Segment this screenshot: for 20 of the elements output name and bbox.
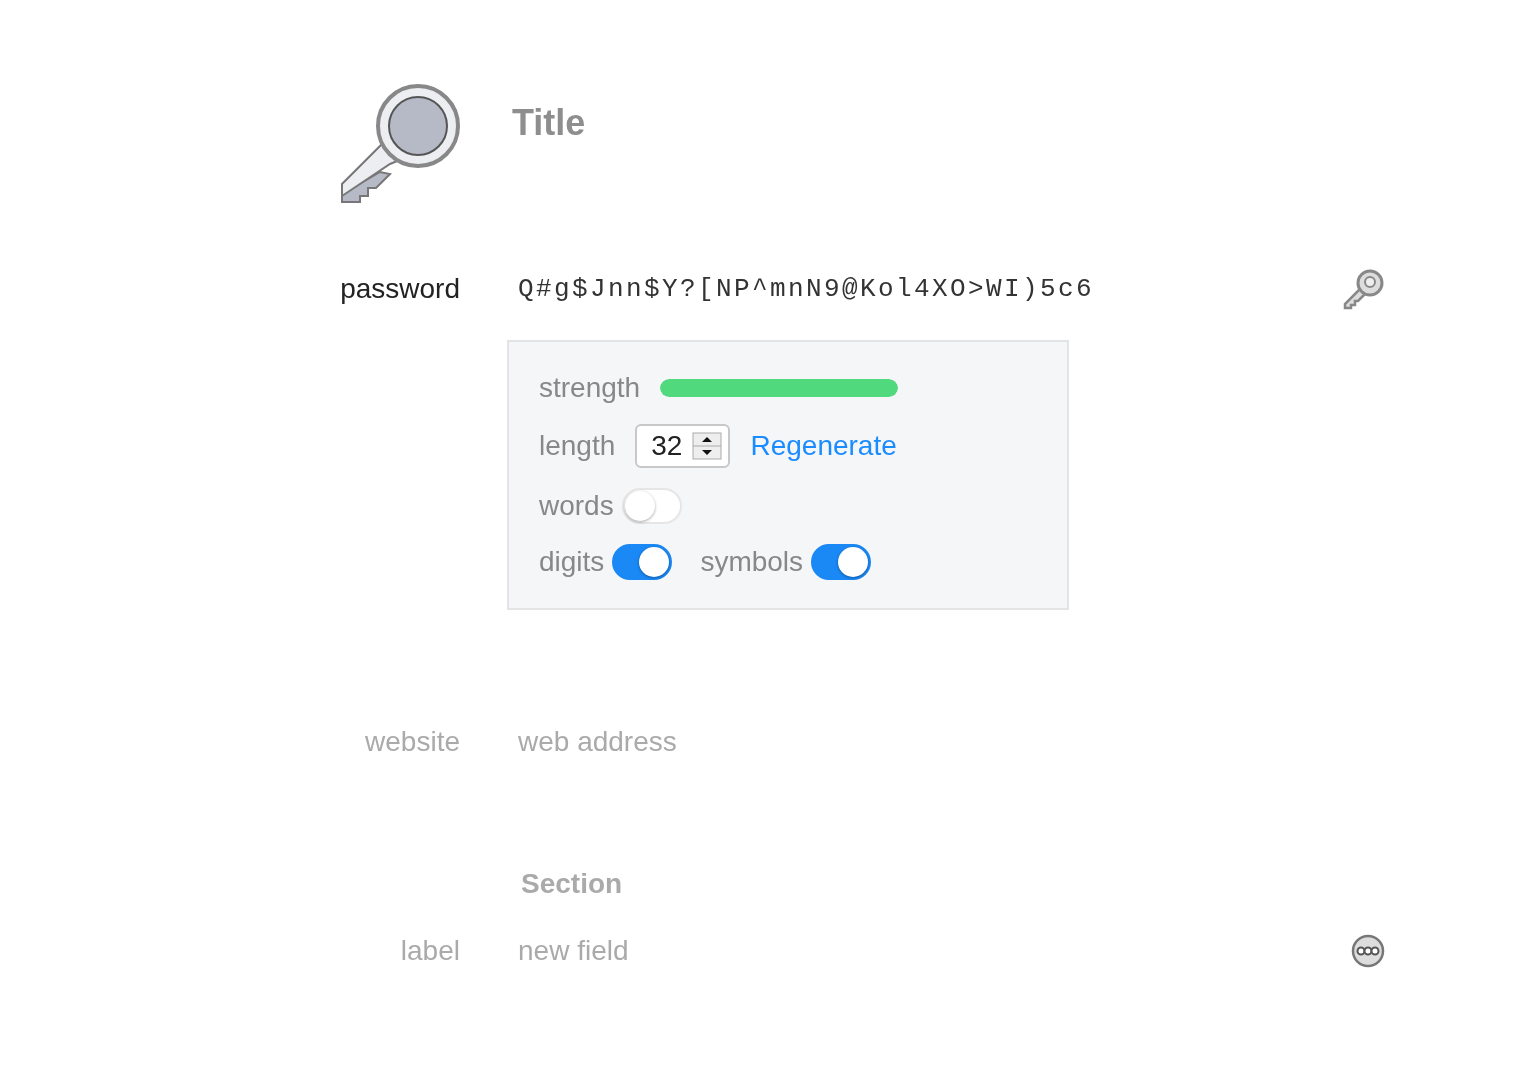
title: Title (512, 102, 586, 144)
key-icon[interactable] (1343, 268, 1385, 310)
option-label: length (539, 430, 616, 462)
toggle-switch[interactable] (811, 544, 872, 580)
field-label: label (399, 935, 460, 967)
input-field[interactable]: new field (518, 935, 918, 967)
input-field[interactable]: web address (518, 726, 918, 758)
more-icon[interactable] (1351, 934, 1385, 968)
option-label: symbols (700, 546, 804, 578)
section-title: Section (521, 868, 624, 900)
password-value: Q#g$Jnn$Y?[NP^mnN9@Kol4XO>WI)5c6 (518, 274, 1096, 304)
field-label: password (340, 273, 460, 305)
field-label: website (364, 726, 460, 758)
stepper-icon[interactable] (692, 432, 723, 460)
key-icon (340, 84, 460, 204)
length-field[interactable]: 32 (635, 424, 731, 468)
option-label: words (539, 490, 614, 522)
toggle-switch[interactable] (612, 544, 673, 580)
option-label: digits (539, 546, 605, 578)
option-label: strength (539, 372, 641, 404)
